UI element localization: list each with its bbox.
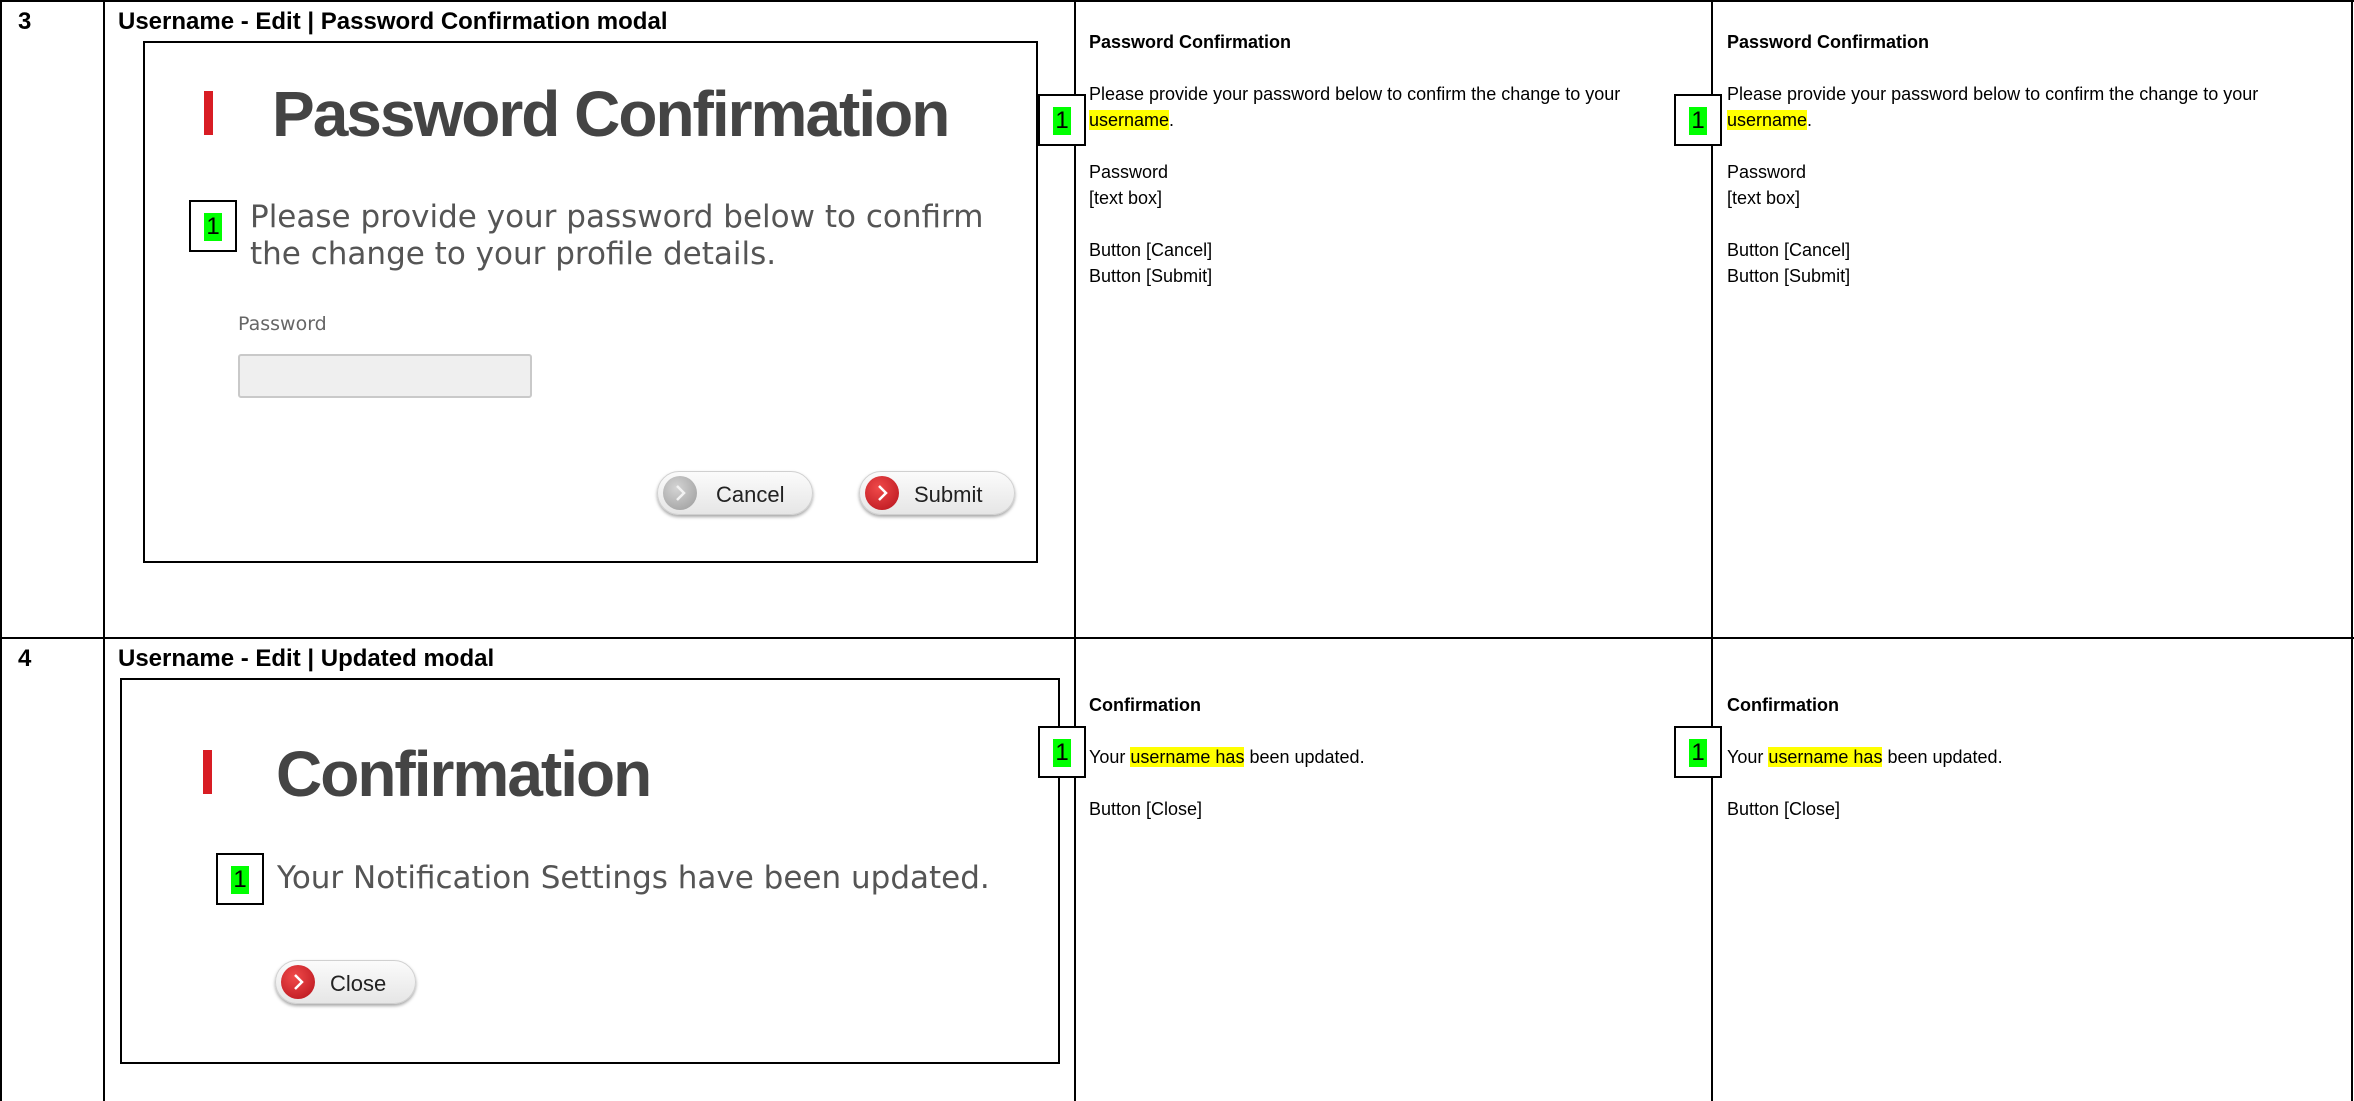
password-label: Password [238, 313, 327, 335]
annotation-marker: 1 [189, 200, 237, 252]
annotation-marker: 1 [1038, 94, 1086, 146]
row-number: 3 [18, 8, 32, 35]
submit-button[interactable]: Submit [859, 471, 1015, 515]
annotation-marker: 1 [216, 853, 264, 905]
table-border-right [2351, 0, 2353, 1101]
chevron-right-icon [663, 476, 697, 510]
chevron-right-icon [281, 965, 315, 999]
confirmation-modal: Confirmation 1 Your Notification Setting… [120, 678, 1060, 1064]
table-col-divider-2 [1074, 0, 1076, 1101]
table-col-divider-1 [103, 0, 105, 1101]
annotation-marker: 1 [1674, 726, 1722, 778]
password-confirmation-modal: Password Confirmation 1 Please provide y… [143, 41, 1038, 563]
annotation-marker: 1 [1038, 726, 1086, 778]
table-row-divider [0, 637, 2354, 639]
cancel-button[interactable]: Cancel [657, 471, 813, 515]
row-title: Username - Edit | Password Confirmation … [118, 8, 668, 35]
accent-bar [203, 750, 212, 794]
table-col-divider-3 [1711, 0, 1713, 1101]
modal-heading: Confirmation [276, 738, 652, 810]
table-border-left [0, 0, 2, 1101]
row-title: Username - Edit | Updated modal [118, 645, 495, 672]
modal-message: Please provide your password below to co… [250, 199, 984, 272]
spec-text-column: Password Confirmation Please provide you… [1089, 32, 1621, 286]
row-number: 4 [18, 645, 32, 672]
modal-heading: Password Confirmation [272, 78, 950, 150]
close-button[interactable]: Close [275, 960, 416, 1004]
password-input[interactable] [238, 354, 532, 398]
modal-message: Your Notification Settings have been upd… [277, 860, 990, 896]
spec-text-column: Confirmation Your username has been upda… [1727, 695, 2003, 819]
table-border-top [0, 0, 2354, 2]
annotation-marker: 1 [1674, 94, 1722, 146]
spec-text-column: Confirmation Your username has been upda… [1089, 695, 1365, 819]
accent-bar [204, 91, 213, 135]
spec-text-column: Password Confirmation Please provide you… [1727, 32, 2259, 286]
chevron-right-icon [865, 476, 899, 510]
